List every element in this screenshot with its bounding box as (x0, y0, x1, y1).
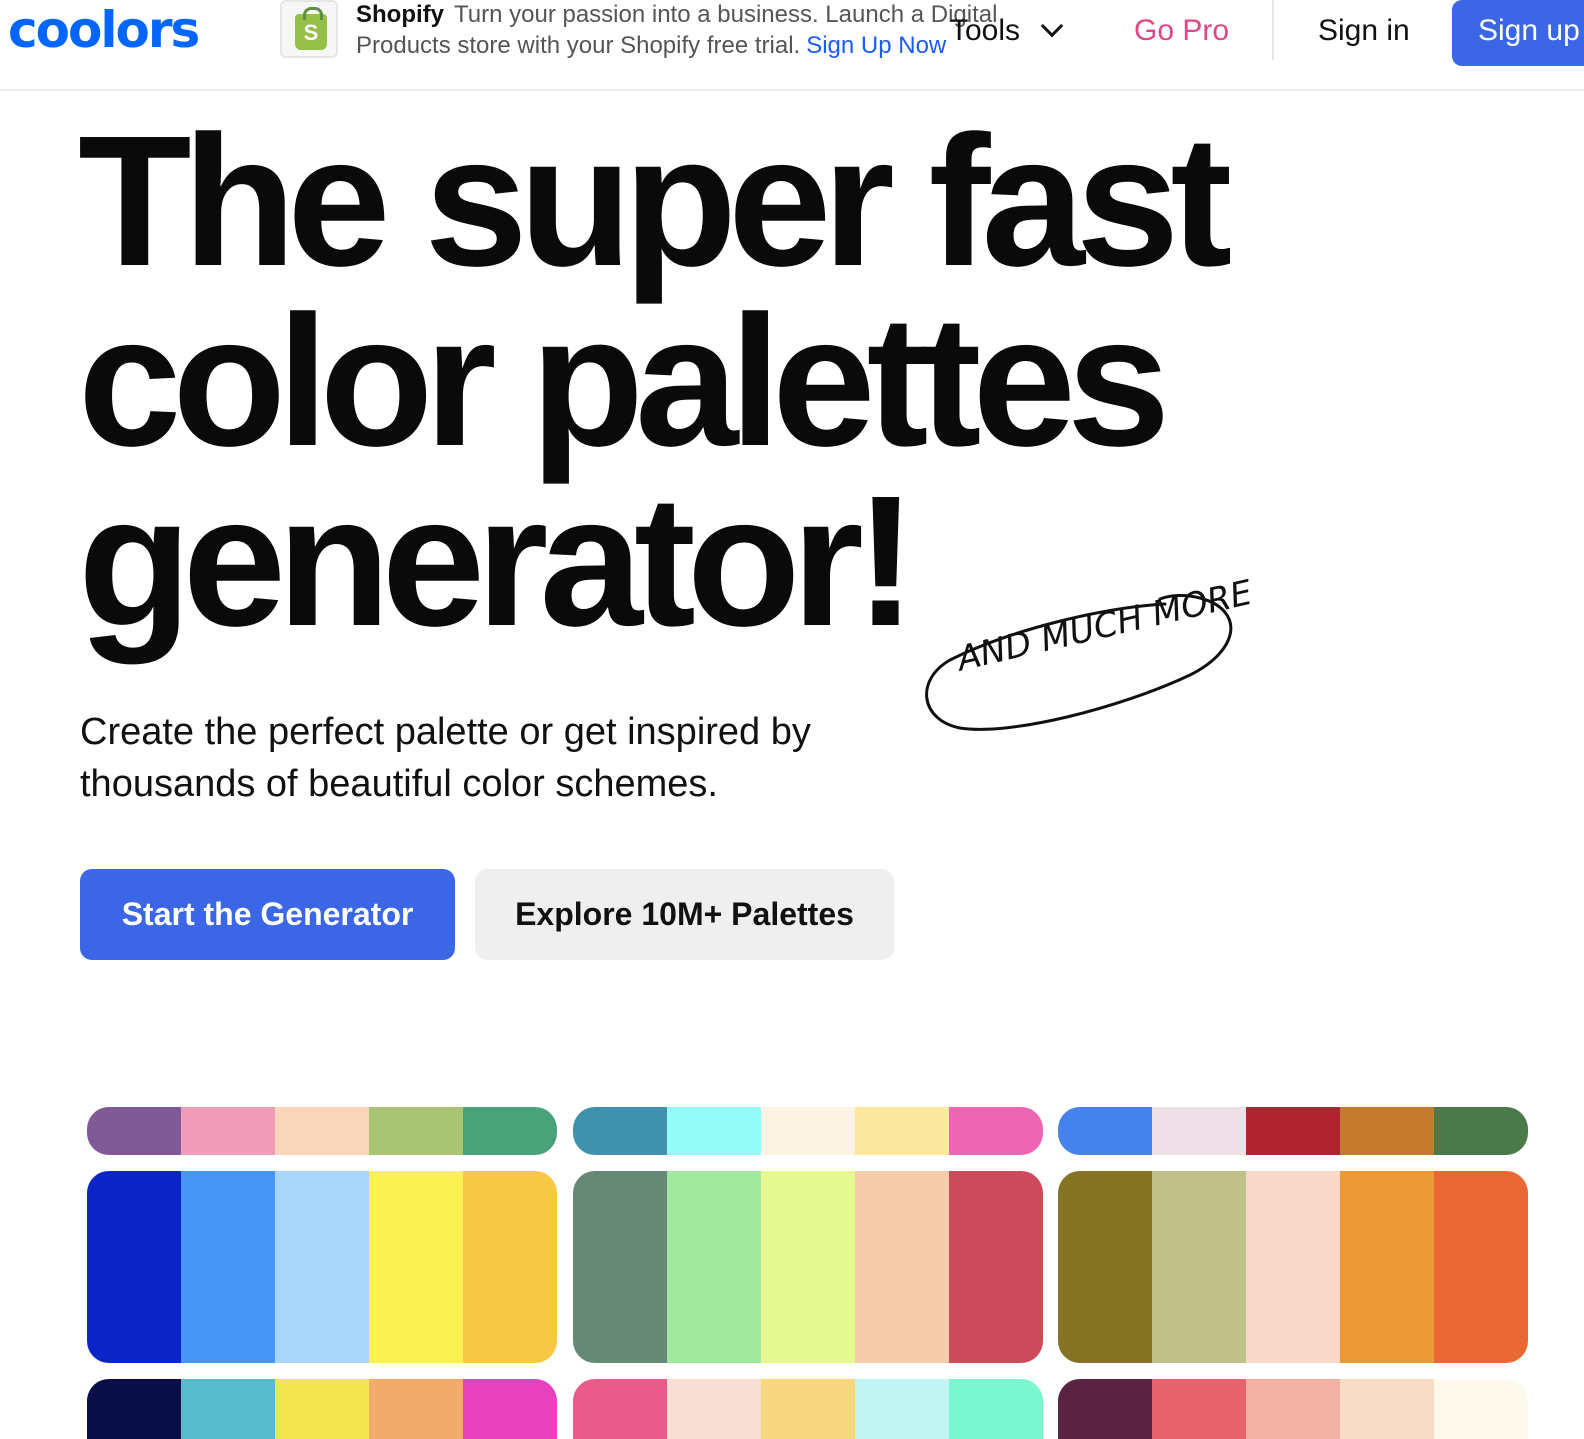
color-swatch[interactable] (949, 1379, 1043, 1439)
color-swatch[interactable] (1152, 1379, 1246, 1439)
hero-title: The super fast color palettes generator! (78, 98, 1378, 655)
color-swatch[interactable] (1434, 1379, 1528, 1439)
coolors-logo[interactable]: coolors (8, 2, 200, 58)
color-swatch[interactable] (761, 1107, 855, 1155)
color-swatch[interactable] (667, 1107, 761, 1155)
color-swatch[interactable] (1246, 1107, 1340, 1155)
color-swatch[interactable] (667, 1171, 761, 1363)
explore-palettes-button[interactable]: Explore 10M+ Palettes (475, 869, 894, 960)
nav-divider (1272, 0, 1274, 60)
hero-subtitle: Create the perfect palette or get inspir… (80, 711, 811, 805)
color-swatch[interactable] (87, 1171, 181, 1363)
color-swatch[interactable] (1152, 1107, 1246, 1155)
color-swatch[interactable] (463, 1171, 557, 1363)
color-swatch[interactable] (949, 1107, 1043, 1155)
color-swatch[interactable] (667, 1379, 761, 1439)
color-swatch[interactable] (1340, 1171, 1434, 1363)
color-swatch[interactable] (1246, 1171, 1340, 1363)
color-swatch[interactable] (1340, 1379, 1434, 1439)
chevron-down-icon (1040, 14, 1064, 38)
color-swatch[interactable] (1434, 1107, 1528, 1155)
palette-card[interactable] (573, 1107, 1043, 1155)
color-swatch[interactable] (949, 1171, 1043, 1363)
ad-signup-link[interactable]: Sign Up Now (806, 32, 946, 59)
color-swatch[interactable] (855, 1171, 949, 1363)
start-generator-button[interactable]: Start the Generator (80, 869, 455, 960)
color-swatch[interactable] (761, 1171, 855, 1363)
color-swatch[interactable] (181, 1379, 275, 1439)
sign-up-button[interactable]: Sign up (1452, 0, 1584, 66)
color-swatch[interactable] (1246, 1379, 1340, 1439)
palette-card[interactable] (1058, 1379, 1528, 1439)
tools-label: Tools (950, 14, 1021, 47)
palette-card[interactable] (1058, 1171, 1528, 1363)
color-swatch[interactable] (1152, 1171, 1246, 1363)
color-swatch[interactable] (463, 1107, 557, 1155)
color-swatch[interactable] (761, 1379, 855, 1439)
color-swatch[interactable] (573, 1379, 667, 1439)
color-swatch[interactable] (1340, 1107, 1434, 1155)
sign-in-link[interactable]: Sign in (1318, 12, 1410, 50)
hero-title-line: The super fast (78, 98, 1232, 305)
color-swatch[interactable] (87, 1107, 181, 1155)
color-swatch[interactable] (181, 1107, 275, 1155)
palette-card[interactable] (573, 1379, 1043, 1439)
color-swatch[interactable] (573, 1107, 667, 1155)
and-much-more-badge: AND MUCH MORE (920, 573, 1256, 740)
site-header: coolors S Shopify Turn your passion into … (0, 0, 1584, 91)
palette-card[interactable] (87, 1107, 557, 1155)
shopify-ad-banner[interactable]: S Shopify Turn your passion into a busine… (280, 0, 1040, 62)
palette-card[interactable] (573, 1171, 1043, 1363)
color-swatch[interactable] (181, 1171, 275, 1363)
color-swatch[interactable] (87, 1379, 181, 1439)
color-swatch[interactable] (1058, 1107, 1152, 1155)
palette-card[interactable] (87, 1171, 557, 1363)
palette-card[interactable] (1058, 1107, 1528, 1155)
color-swatch[interactable] (573, 1171, 667, 1363)
shopify-logo-icon: S (280, 0, 338, 58)
shopping-bag-icon: S (295, 7, 327, 50)
color-swatch[interactable] (275, 1107, 369, 1155)
color-swatch[interactable] (1058, 1379, 1152, 1439)
tools-menu[interactable]: Tools (950, 12, 1064, 50)
hero-title-line: color palettes (78, 278, 1170, 485)
go-pro-link[interactable]: Go Pro (1134, 12, 1229, 50)
color-swatch[interactable] (369, 1171, 463, 1363)
color-swatch[interactable] (1434, 1171, 1528, 1363)
color-swatch[interactable] (275, 1171, 369, 1363)
color-swatch[interactable] (855, 1379, 949, 1439)
palette-card[interactable] (87, 1379, 557, 1439)
color-swatch[interactable] (855, 1107, 949, 1155)
color-swatch[interactable] (369, 1107, 463, 1155)
ad-brand: Shopify (356, 1, 444, 28)
color-swatch[interactable] (463, 1379, 557, 1439)
color-swatch[interactable] (1058, 1171, 1152, 1363)
color-swatch[interactable] (369, 1379, 463, 1439)
color-swatch[interactable] (275, 1379, 369, 1439)
